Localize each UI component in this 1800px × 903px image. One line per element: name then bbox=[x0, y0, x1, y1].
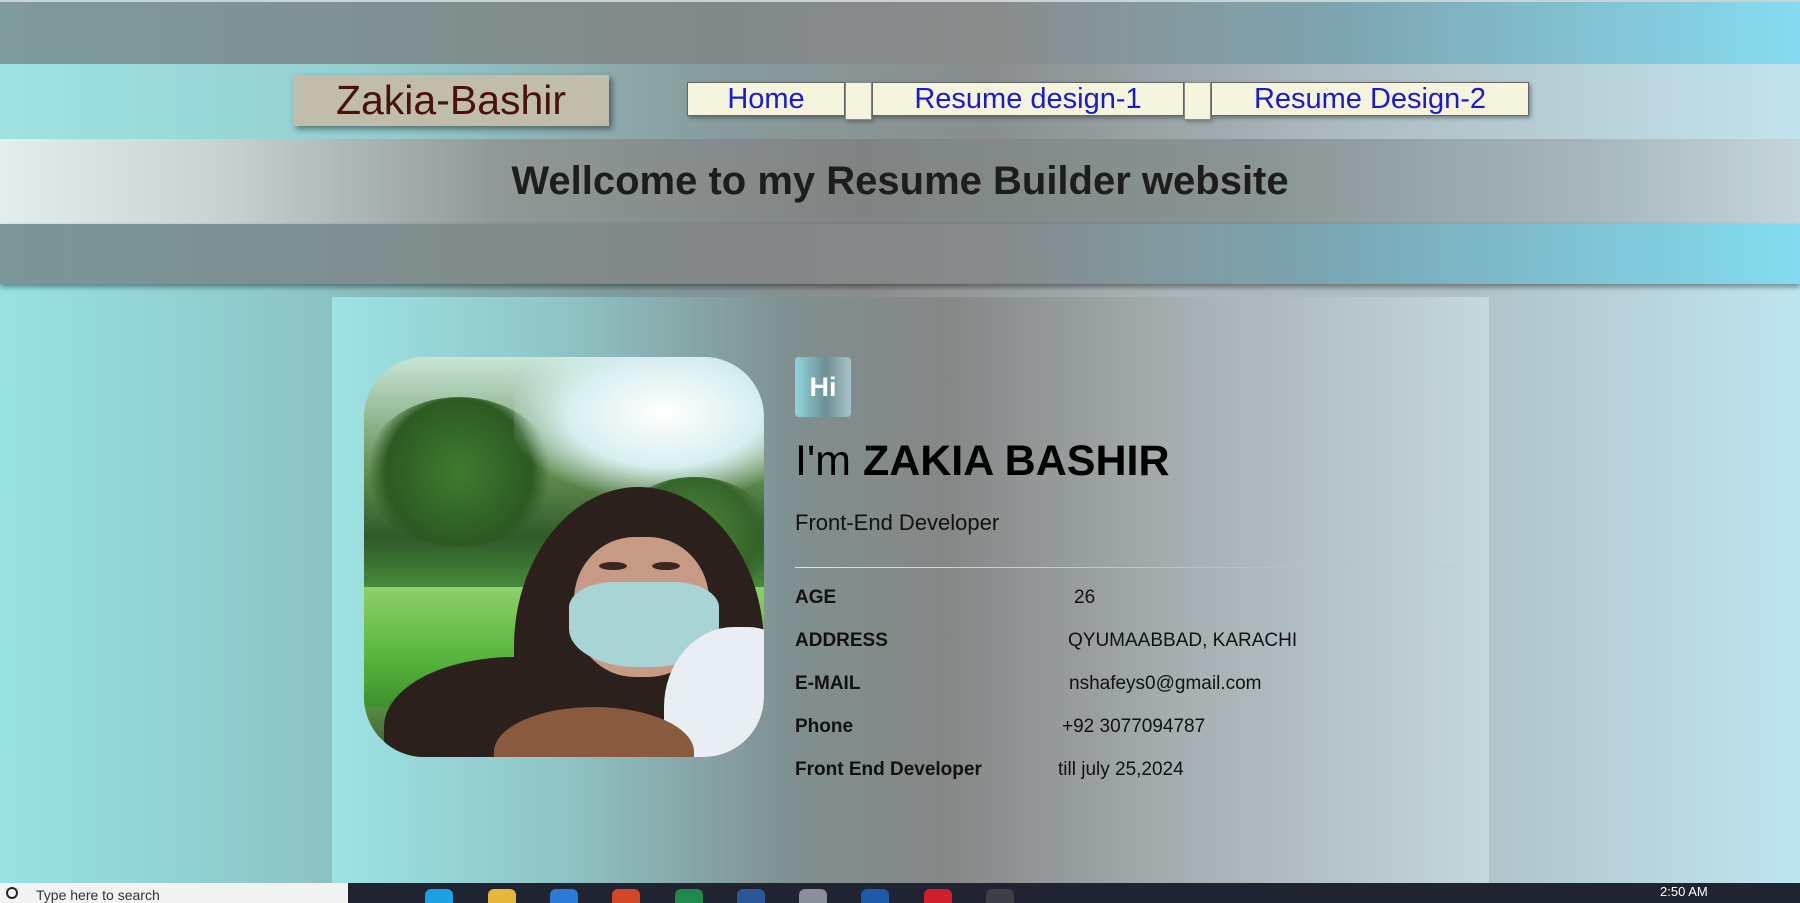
nav-separator bbox=[1184, 82, 1211, 120]
os-taskbar: Type here to search 2:50 AM bbox=[0, 883, 1800, 903]
welcome-heading: Wellcome to my Resume Builder website bbox=[0, 139, 1800, 224]
info-value: +92 3077094787 bbox=[1062, 716, 1206, 737]
profile-photo bbox=[364, 357, 764, 757]
store-icon[interactable] bbox=[550, 889, 578, 903]
info-value: QYUMAABBAD, KARACHI bbox=[1068, 630, 1298, 651]
taskbar-search-box[interactable]: Type here to search bbox=[0, 883, 348, 903]
lower-band bbox=[0, 224, 1800, 284]
profile-name: ZAKIA BASHIR bbox=[862, 437, 1170, 485]
intro-text: I'm bbox=[795, 437, 851, 485]
word-icon[interactable] bbox=[737, 889, 765, 903]
top-band bbox=[0, 0, 1800, 64]
info-row-phone: Phone +92 3077094787 bbox=[795, 716, 1489, 740]
info-label: AGE bbox=[795, 587, 837, 608]
info-value: 26 bbox=[1074, 587, 1096, 608]
nav-link-home[interactable]: Home bbox=[687, 82, 845, 116]
taskbar-search-placeholder: Type here to search bbox=[36, 887, 160, 903]
profile-role: Front-End Developer bbox=[795, 510, 1000, 535]
info-label: Front End Developer bbox=[795, 759, 982, 780]
info-value: nshafeys0@gmail.com bbox=[1069, 673, 1262, 694]
info-value: till july 25,2024 bbox=[1058, 759, 1184, 780]
profile-card: Hi I'm ZAKIA BASHIR Front-End Developer … bbox=[332, 297, 1489, 883]
brand-logo-text[interactable]: Zakia-Bashir bbox=[293, 75, 609, 126]
info-label: ADDRESS bbox=[795, 630, 888, 651]
powerpoint-icon[interactable] bbox=[612, 889, 640, 903]
camera-icon[interactable] bbox=[799, 889, 827, 903]
nav-link-resume-design-1[interactable]: Resume design-1 bbox=[872, 82, 1184, 116]
info-row-age: AGE 26 bbox=[795, 587, 1489, 611]
divider bbox=[795, 567, 1489, 568]
app-icon[interactable] bbox=[861, 889, 889, 903]
nav-separator bbox=[845, 82, 872, 120]
info-label: Phone bbox=[795, 716, 854, 737]
info-row-address: ADDRESS QYUMAABBAD, KARACHI bbox=[795, 630, 1489, 654]
main-nav: Home Resume design-1 Resume Design-2 bbox=[687, 82, 1529, 120]
opera-icon[interactable] bbox=[924, 889, 952, 903]
info-row-email: E-MAIL nshafeys0@gmail.com bbox=[795, 673, 1489, 697]
browser-edge-icon[interactable] bbox=[425, 889, 453, 903]
taskbar-clock[interactable]: 2:50 AM bbox=[1660, 884, 1708, 899]
info-row-experience: Front End Developer till july 25,2024 bbox=[795, 759, 1489, 783]
excel-icon[interactable] bbox=[675, 889, 703, 903]
profile-name-line: I'm ZAKIA BASHIR bbox=[795, 437, 1170, 486]
file-explorer-icon[interactable] bbox=[488, 889, 516, 903]
terminal-icon[interactable] bbox=[986, 889, 1014, 903]
hi-badge: Hi bbox=[795, 357, 851, 417]
search-icon bbox=[6, 887, 18, 899]
info-label: E-MAIL bbox=[795, 673, 861, 694]
header-nav-row: Zakia-Bashir Home Resume design-1 Resume… bbox=[0, 64, 1800, 139]
nav-link-resume-design-2[interactable]: Resume Design-2 bbox=[1211, 82, 1529, 116]
